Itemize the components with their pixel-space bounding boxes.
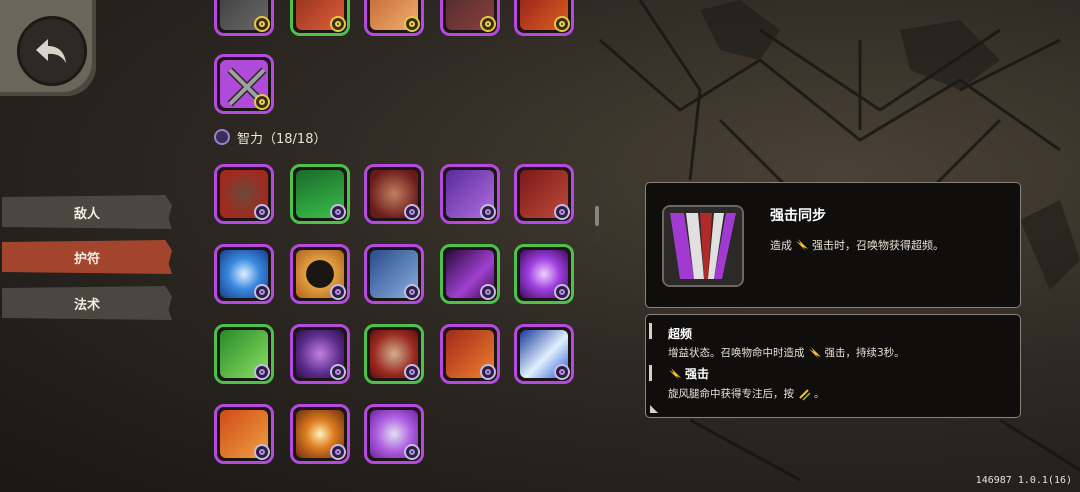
back-button[interactable]	[17, 16, 87, 86]
charm-detail-description: 造成 强击时，召唤物获得超频。	[770, 237, 944, 253]
charm-detail-panel: 强击同步 造成 强击时，召唤物获得超频。	[645, 182, 1021, 308]
charm-icon[interactable]	[364, 244, 424, 304]
charm-icon[interactable]	[514, 0, 574, 36]
keyword-title-text: 超频	[668, 327, 693, 341]
intellect-badge-icon	[480, 204, 496, 220]
intellect-badge-icon	[254, 444, 270, 460]
tab-enemies-label: 敌人	[73, 206, 100, 222]
charm-icon[interactable]	[364, 404, 424, 464]
charm-icon[interactable]	[440, 0, 500, 36]
panel-corner-marker	[650, 405, 658, 413]
charm-icon[interactable]	[290, 164, 350, 224]
tab-enemies[interactable]: 敌人	[2, 195, 172, 229]
charm-icon[interactable]	[214, 404, 274, 464]
charm-icon[interactable]	[440, 164, 500, 224]
keyword-marker	[649, 323, 652, 339]
intellect-badge-icon	[254, 284, 270, 300]
intellect-badge-icon	[404, 364, 420, 380]
intellect-badge-icon	[254, 364, 270, 380]
kick-key-icon	[799, 388, 811, 401]
keyword-panel: 超频 增益状态。召唤物命中时造成 强击，持续3秒。 强击 旋风腿命中获得专注后，…	[645, 314, 1021, 418]
strike-icon	[796, 239, 808, 251]
strength-badge-icon	[254, 94, 270, 110]
intellect-badge-icon	[330, 444, 346, 460]
intellect-badge-icon	[254, 204, 270, 220]
charm-icon[interactable]	[290, 404, 350, 464]
strength-badge-icon	[254, 16, 270, 32]
intellect-badge-icon	[554, 204, 570, 220]
charm-icon[interactable]	[364, 324, 424, 384]
charm-icon[interactable]	[514, 324, 574, 384]
keyword-title: 超频	[668, 325, 692, 342]
desc-suffix: 强击时，召唤物获得超频。	[812, 239, 944, 252]
tab-charms[interactable]: 护符	[2, 240, 172, 274]
charm-icon[interactable]	[514, 164, 574, 224]
back-arrow-icon	[36, 39, 66, 63]
charm-icon[interactable]	[440, 324, 500, 384]
keyword-desc-suffix: 强击，持续3秒。	[824, 347, 905, 359]
keyword-description: 增益状态。召唤物命中时造成 强击，持续3秒。	[668, 345, 905, 360]
intellect-badge-icon	[330, 284, 346, 300]
keyword-title: 强击	[668, 365, 709, 382]
charm-icon[interactable]	[214, 164, 274, 224]
charm-icon[interactable]	[440, 244, 500, 304]
tab-spells[interactable]: 法术	[2, 286, 172, 320]
desc-prefix: 造成	[770, 239, 792, 252]
scrollbar-thumb[interactable]	[595, 206, 599, 226]
intellect-badge-icon	[404, 284, 420, 300]
charm-icon[interactable]	[214, 324, 274, 384]
intellect-section-header: 智力（18/18）	[214, 128, 327, 147]
strike-icon	[808, 346, 821, 359]
tab-charms-label: 护符	[73, 251, 100, 267]
strength-badge-icon	[554, 16, 570, 32]
keyword-desc-prefix: 增益状态。召唤物命中时造成	[668, 347, 805, 359]
strength-badge-icon	[480, 16, 496, 32]
strike-icon	[669, 367, 681, 380]
intellect-icon	[214, 129, 230, 145]
version-label: 146987 1.0.1(16)	[975, 475, 1072, 486]
intellect-badge-icon	[480, 284, 496, 300]
charm-icon[interactable]	[290, 244, 350, 304]
keyword-marker	[649, 365, 652, 381]
intellect-badge-icon	[404, 204, 420, 220]
keyword-desc-suffix: 。	[814, 388, 825, 400]
back-button-frame	[0, 0, 96, 96]
intellect-section-label: 智力（18/18）	[237, 131, 327, 147]
charm-detail-icon	[662, 205, 744, 287]
intellect-badge-icon	[554, 284, 570, 300]
keyword-title-text: 强击	[685, 367, 710, 381]
crossed-swords-charm-icon[interactable]	[214, 54, 274, 114]
charm-detail-title: 强击同步	[770, 208, 826, 224]
intellect-badge-icon	[330, 364, 346, 380]
strength-badge-icon	[404, 16, 420, 32]
strength-badge-icon	[330, 16, 346, 32]
intellect-badge-icon	[330, 204, 346, 220]
charm-icon[interactable]	[514, 244, 574, 304]
charm-icon[interactable]	[290, 324, 350, 384]
tab-spells-label: 法术	[73, 297, 100, 313]
charm-icon[interactable]	[290, 0, 350, 36]
charm-icon[interactable]	[364, 0, 424, 36]
charm-icon[interactable]	[214, 0, 274, 36]
keyword-desc-prefix: 旋风腿命中获得专注后，按	[668, 388, 794, 400]
intellect-badge-icon	[554, 364, 570, 380]
charm-icon[interactable]	[214, 244, 274, 304]
keyword-description: 旋风腿命中获得专注后，按 。	[668, 386, 825, 401]
charm-icon[interactable]	[364, 164, 424, 224]
intellect-badge-icon	[404, 444, 420, 460]
intellect-badge-icon	[480, 364, 496, 380]
